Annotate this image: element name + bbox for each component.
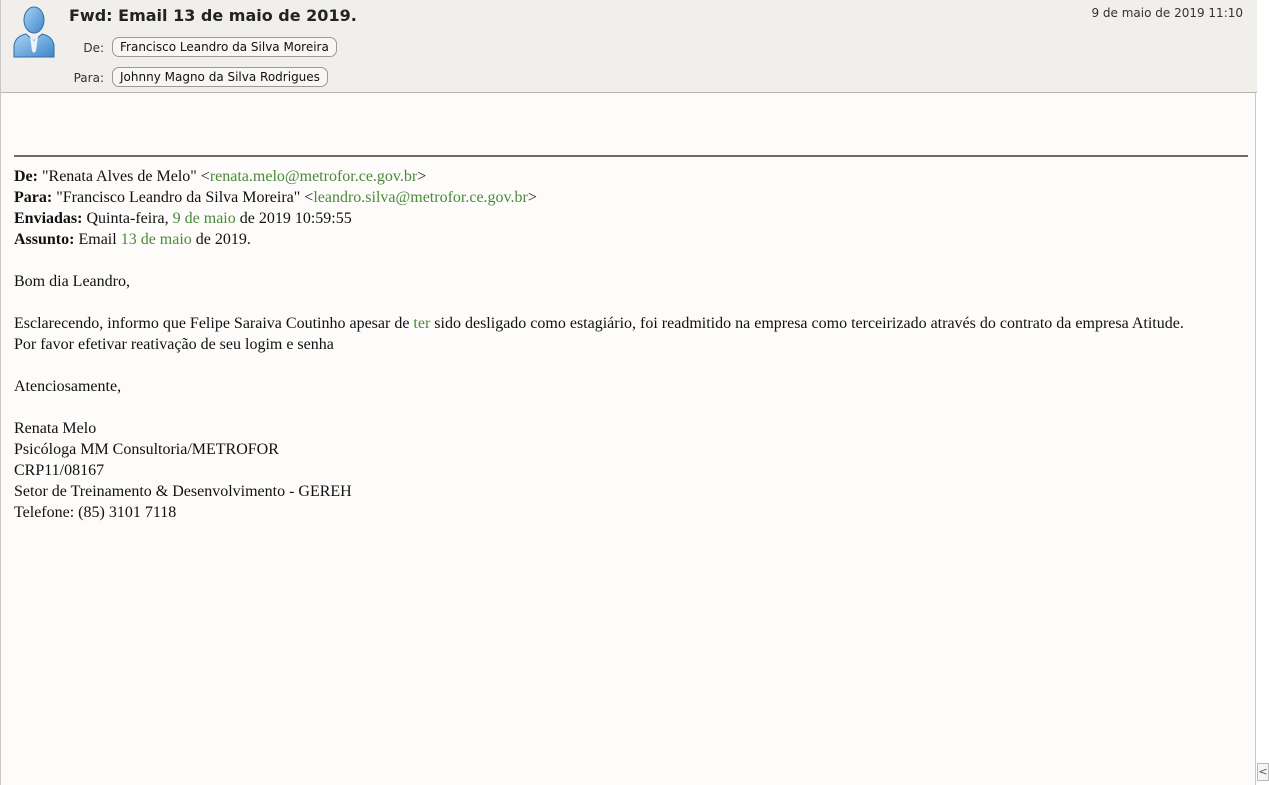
message-window: Fwd: Email 13 de maio de 2019. 9 de maio… (0, 0, 1257, 785)
forwarded-subject-date-link[interactable]: 13 de maio (121, 231, 192, 248)
forwarded-sent-time: de 2019 10:59:55 (235, 210, 352, 227)
forwarded-sent-label: Enviadas: (14, 210, 83, 227)
forwarded-from-email-link[interactable]: renata.melo@metrofor.ce.gov.br (210, 168, 417, 185)
forwarded-from-name: "Renata Alves de Melo" < (41, 168, 210, 185)
scroll-left-button[interactable]: < (1257, 763, 1269, 781)
signature-line: Renata Melo (14, 420, 97, 437)
forwarded-sent-day: Quinta-feira, (86, 210, 173, 227)
forwarded-to-close: > (527, 189, 537, 206)
greeting: Bom dia Leandro, (14, 273, 130, 290)
from-label: De: (83, 41, 104, 55)
message-header: Fwd: Email 13 de maio de 2019. 9 de maio… (1, 0, 1257, 93)
signature-line: Setor de Treinamento & Desenvolvimento -… (14, 483, 352, 500)
forwarded-to-line: Para: "Francisco Leandro da Silva Moreir… (14, 187, 1248, 208)
forwarded-from-label: De: (14, 168, 38, 185)
forwarded-subject-label: Assunto: (14, 231, 75, 248)
message-paragraph: Esclarecendo, informo que Felipe Saraiva… (14, 313, 1248, 334)
forwarded-from-line: De: "Renata Alves de Melo" <renata.melo@… (14, 166, 1248, 187)
forwarded-subject-post: de 2019. (191, 231, 251, 248)
message-body: De: "Renata Alves de Melo" <renata.melo@… (14, 155, 1248, 523)
paragraph-link[interactable]: ter (413, 315, 430, 332)
forwarded-sent-date-link[interactable]: 9 de maio (173, 210, 236, 227)
from-contact-chip[interactable]: Francisco Leandro da Silva Moreira (112, 37, 337, 57)
forwarded-subject-pre: Email (78, 231, 121, 248)
message-request: Por favor efetivar reativação de seu log… (14, 336, 334, 353)
paragraph-text-start: Esclarecendo, informo que Felipe Saraiva… (14, 315, 414, 332)
to-contact-chip[interactable]: Johnny Magno da Silva Rodrigues (112, 67, 328, 87)
signature-line: Telefone: (85) 3101 7118 (14, 504, 177, 521)
forwarded-sent-line: Enviadas: Quinta-feira, 9 de maio de 201… (14, 208, 1248, 229)
message-date: 9 de maio de 2019 11:10 (1091, 6, 1243, 20)
forwarded-subject-line: Assunto: Email 13 de maio de 2019. (14, 229, 1248, 250)
signature-line: Psicóloga MM Consultoria/METROFOR (14, 441, 279, 458)
closing: Atenciosamente, (14, 378, 122, 395)
signature-line: CRP11/08167 (14, 462, 105, 479)
forwarded-to-label: Para: (14, 189, 53, 206)
message-subject: Fwd: Email 13 de maio de 2019. (69, 6, 357, 25)
to-label: Para: (73, 71, 104, 85)
forward-divider (14, 155, 1248, 157)
forwarded-to-email-link[interactable]: leandro.silva@metrofor.ce.gov.br (313, 189, 528, 206)
paragraph-text-end: sido desligado como estagiário, foi read… (430, 315, 1184, 332)
person-avatar-icon (13, 6, 55, 58)
forwarded-to-name: "Francisco Leandro da Silva Moreira" < (56, 189, 314, 206)
forwarded-from-close: > (417, 168, 427, 185)
